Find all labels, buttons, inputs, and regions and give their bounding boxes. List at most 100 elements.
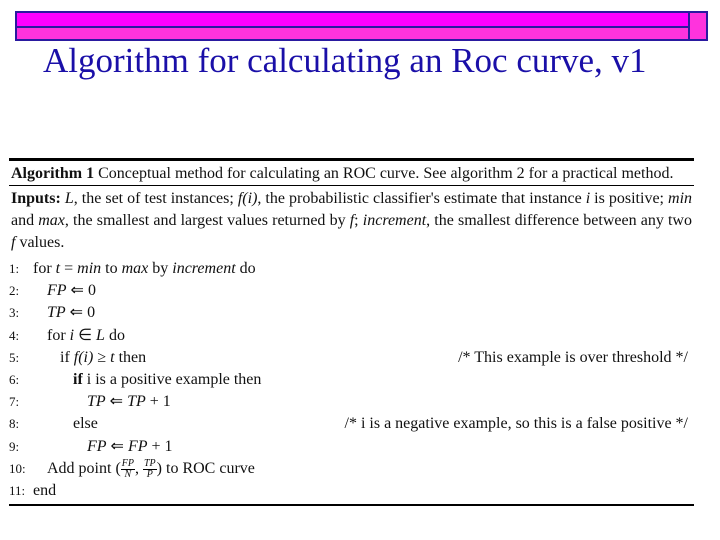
text: ⇐: [105, 393, 128, 411]
header-bar-corner-square: [690, 13, 706, 39]
numerator: FP: [120, 457, 135, 470]
code-line-6: 6: if i is a positive example then: [9, 369, 694, 391]
line-content: if i is a positive example then: [73, 369, 261, 391]
line-number: 7:: [9, 394, 20, 410]
var: min: [77, 260, 102, 277]
text: i is a positive example then: [82, 370, 262, 388]
var: FP: [127, 437, 148, 455]
text: by: [148, 260, 173, 277]
fraction-tp-over-p: TP P: [143, 457, 157, 480]
code-line-10: 10: Add point (FP N, TP P) to ROC curve: [9, 458, 694, 480]
code-line-1: 1: for t = min to max by increment do: [9, 258, 694, 280]
code-line-11: 11: end: [9, 480, 694, 502]
inputs-text: , the smallest and largest values return…: [64, 212, 350, 229]
code-line-3: 3: TP ⇐ 0: [9, 302, 694, 324]
inputs-text: is positive;: [590, 190, 669, 207]
line-content: for i ∈ L do: [47, 325, 125, 347]
bottom-rule: [9, 504, 694, 507]
line-content: TP ⇐ 0: [47, 302, 95, 324]
line-content: FP ⇐ FP + 1: [87, 436, 173, 458]
text: ⇐ 0: [65, 304, 96, 322]
text: do: [104, 326, 125, 344]
text: Add point (: [47, 459, 121, 477]
code-line-9: 9: FP ⇐ FP + 1: [9, 436, 694, 458]
inputs-text: , the set of test instances;: [73, 190, 238, 207]
var: f(i): [73, 348, 94, 366]
inputs-label: Inputs:: [11, 190, 61, 207]
var: increment: [172, 260, 236, 277]
line-content: end: [33, 480, 56, 502]
line-content: else: [73, 413, 98, 435]
text: ,: [135, 459, 143, 477]
algorithm-inputs: Inputs: L, the set of test instances; f(…: [9, 186, 694, 256]
header-bar-bottom: [17, 28, 706, 39]
text: end: [33, 481, 57, 499]
line-content: for t = min to max by increment do: [33, 258, 256, 280]
text: ⇐: [106, 437, 128, 455]
var: max: [121, 260, 149, 277]
denominator: N: [124, 468, 132, 480]
text: + 1: [147, 437, 173, 455]
keyword: for: [47, 326, 70, 344]
line-content: Add point (FP N, TP P) to ROC curve: [47, 458, 255, 480]
text: ) to ROC curve: [156, 459, 255, 477]
line-number: 1:: [9, 261, 20, 276]
code-line-4: 4: for i ∈ L do: [9, 325, 694, 347]
inputs-text: , the smallest difference between any tw…: [426, 212, 692, 229]
code-comment: /* This example is over threshold */: [458, 348, 688, 366]
text: ⇐ 0: [66, 282, 96, 300]
caption-label: Algorithm 1: [11, 165, 95, 182]
line-number: 6:: [9, 371, 20, 387]
line-number: 5:: [9, 349, 20, 365]
line-number: 8:: [9, 416, 20, 432]
code-line-7: 7: TP ⇐ TP + 1: [9, 391, 694, 413]
inputs-text: ;: [354, 212, 363, 229]
line-number: 10:: [9, 460, 26, 476]
var: TP: [87, 393, 106, 411]
slide-header-bar: [15, 11, 708, 41]
inputs-var: L: [64, 190, 74, 207]
text: =: [60, 260, 78, 277]
denominator: P: [146, 468, 153, 480]
text: to: [101, 260, 122, 277]
text: + 1: [145, 393, 171, 411]
var: FP: [47, 282, 67, 300]
algorithm-box: Algorithm 1 Conceptual method for calcul…: [9, 158, 694, 507]
code-comment: /* i is a negative example, so this is a…: [344, 415, 688, 433]
var: L: [96, 326, 105, 344]
line-number: 9:: [9, 438, 20, 454]
inputs-text: and: [11, 212, 39, 229]
text: do: [235, 260, 256, 277]
var: TP: [127, 393, 146, 411]
keyword: for: [33, 260, 56, 277]
inputs-text: , the probabilistic classifier's estimat…: [257, 190, 586, 207]
text: ≥: [93, 348, 111, 366]
header-bar-top: [17, 13, 706, 28]
line-content: FP ⇐ 0: [47, 280, 96, 302]
slide-title: Algorithm for calculating an Roc curve, …: [43, 41, 647, 80]
text: ∈: [74, 326, 97, 344]
keyword: if: [60, 348, 74, 366]
var: TP: [47, 304, 66, 322]
header-bar-divider: [688, 13, 690, 39]
line-number: 11:: [9, 482, 26, 498]
text: then: [114, 348, 147, 366]
text: else: [73, 415, 98, 433]
algorithm-code: 1: for t = min to max by increment do 2:…: [9, 256, 694, 502]
inputs-text: values.: [15, 234, 65, 251]
line-number: 3:: [9, 305, 20, 321]
inputs-var: f(i): [237, 190, 258, 207]
line-content: TP ⇐ TP + 1: [87, 391, 171, 413]
inputs-var: max: [38, 212, 65, 229]
code-line-8: 8: else /* i is a negative example, so t…: [9, 413, 694, 435]
code-line-2: 2: FP ⇐ 0: [9, 280, 694, 302]
fraction-fp-over-n: FP N: [120, 457, 135, 480]
numerator: TP: [143, 457, 157, 470]
line-number: 4:: [9, 327, 20, 343]
inputs-var: min: [668, 190, 693, 207]
code-line-5: 5: if f(i) ≥ t then /* This example is o…: [9, 347, 694, 369]
algorithm-caption: Algorithm 1 Conceptual method for calcul…: [9, 161, 694, 185]
inputs-var: increment: [362, 212, 427, 229]
var: FP: [87, 437, 107, 455]
keyword: if: [73, 370, 83, 388]
